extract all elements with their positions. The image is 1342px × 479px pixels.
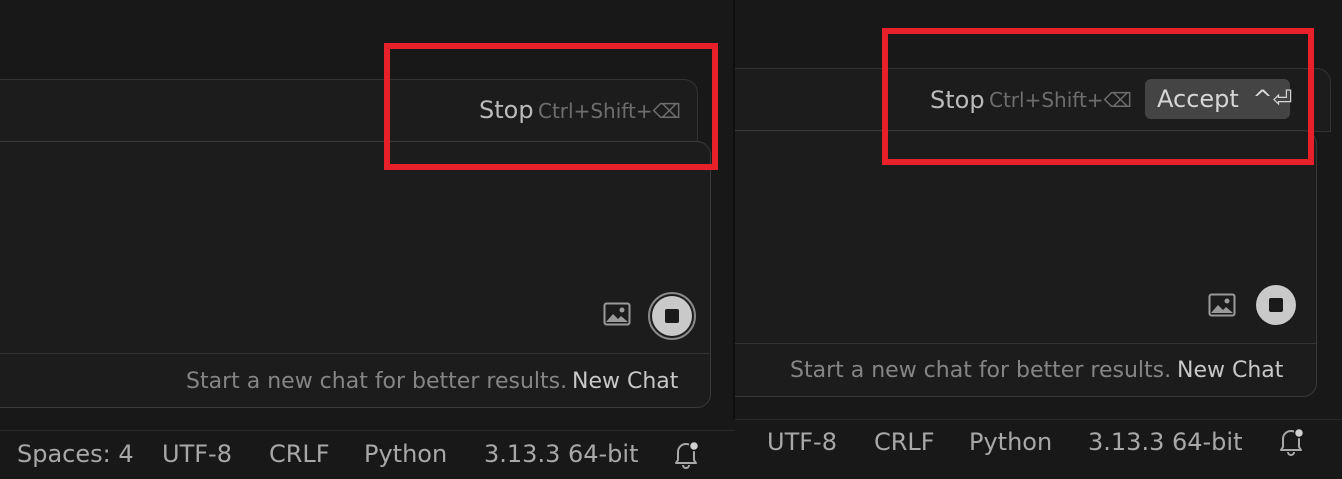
stop-button[interactable]: Stop — [479, 96, 534, 124]
status-eol[interactable]: CRLF — [874, 428, 935, 456]
bell-icon[interactable] — [1276, 426, 1306, 458]
stop-square-icon — [1269, 298, 1283, 312]
status-interpreter[interactable]: 3.13.3 64-bit — [1088, 428, 1242, 456]
status-encoding[interactable]: UTF-8 — [162, 440, 232, 468]
stop-shortcut: Ctrl+Shift+⌫ — [989, 88, 1132, 112]
bell-icon[interactable] — [671, 439, 701, 471]
status-encoding[interactable]: UTF-8 — [767, 428, 837, 456]
status-language[interactable]: Python — [364, 440, 447, 468]
status-language[interactable]: Python — [969, 428, 1052, 456]
right-chat-panel: Stop Ctrl+Shift+⌫ Accept ^⏎ Start a new … — [735, 0, 1342, 479]
stop-generation-button[interactable] — [652, 296, 692, 336]
left-chat-panel: Stop Ctrl+Shift+⌫ Start a new chat for b… — [0, 0, 735, 479]
stop-shortcut: Ctrl+Shift+⌫ — [538, 99, 681, 123]
new-chat-hint: Start a new chat for better results. — [790, 358, 1172, 383]
stop-generation-button[interactable] — [1256, 285, 1296, 325]
status-bar: UTF-8 CRLF Python 3.13.3 64-bit — [735, 419, 1342, 479]
accept-button[interactable]: Accept ^⏎ — [1145, 79, 1293, 119]
divider — [0, 353, 710, 354]
image-icon[interactable] — [1208, 293, 1236, 317]
stop-square-icon — [665, 309, 679, 323]
divider — [735, 343, 1316, 344]
status-bar: Spaces: 4 UTF-8 CRLF Python 3.13.3 64-bi… — [0, 430, 735, 479]
image-icon[interactable] — [603, 302, 631, 326]
status-interpreter[interactable]: 3.13.3 64-bit — [484, 440, 638, 468]
status-eol[interactable]: CRLF — [269, 440, 330, 468]
stop-button[interactable]: Stop — [930, 86, 985, 114]
status-indentation[interactable]: Spaces: 4 — [17, 440, 134, 468]
chat-input-box[interactable] — [0, 141, 711, 408]
accept-shortcut: ^⏎ — [1252, 85, 1293, 113]
new-chat-link[interactable]: New Chat — [1177, 358, 1283, 383]
accept-label: Accept — [1157, 85, 1239, 113]
new-chat-link[interactable]: New Chat — [572, 369, 678, 394]
chat-input-box[interactable] — [735, 130, 1317, 397]
new-chat-hint: Start a new chat for better results. — [186, 369, 568, 394]
